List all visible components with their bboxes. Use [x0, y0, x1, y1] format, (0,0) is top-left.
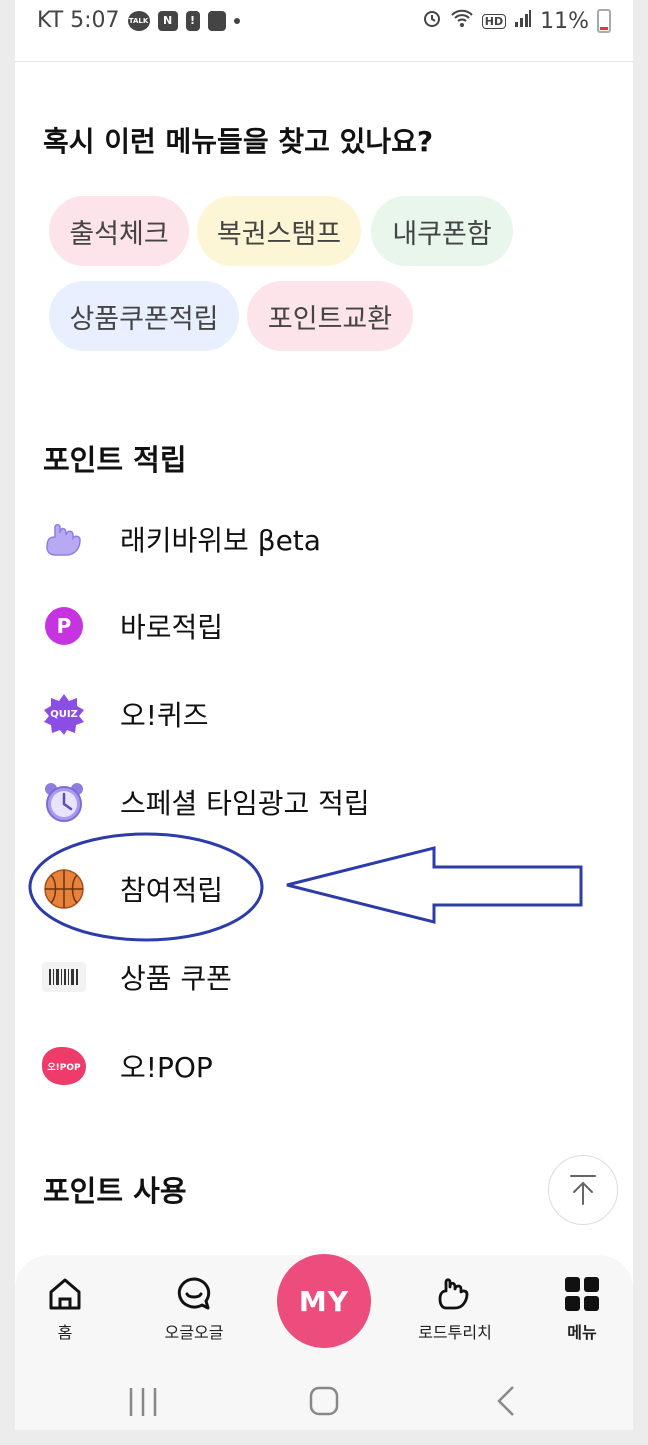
p-coin-icon: P [41, 603, 87, 649]
menu-label: 바로적립 [120, 611, 224, 644]
recent-apps-icon[interactable] [128, 1386, 158, 1418]
chip-product-coupon[interactable]: 상품쿠폰적립 [49, 281, 239, 351]
menu-item-special-time-ad[interactable]: 스페셜 타임광고 적립 [41, 772, 601, 832]
chat-smile-icon [177, 1277, 211, 1310]
menu-label: 오!퀴즈 [120, 699, 209, 732]
tab-ogeul[interactable]: 오글오글 [139, 1275, 249, 1343]
barcode-icon [41, 954, 87, 1000]
menu-label: 상품 쿠폰 [120, 962, 232, 995]
back-nav-icon[interactable] [495, 1384, 517, 1418]
quiz-badge-text: QUIZ [50, 708, 78, 720]
menu-item-instant-earn[interactable]: P 바로적립 [41, 596, 601, 656]
suggest-title: 혹시 이런 메뉴들을 찾고 있나요? [43, 125, 434, 158]
chip-lottery-stamp[interactable]: 복권스탬프 [197, 196, 361, 266]
menu-label: 래키바위보 βeta [120, 524, 321, 557]
status-bar: KT 5:07 TALK N ! HD 11% [15, 0, 633, 44]
hd-icon: HD [481, 13, 507, 29]
alarm-icon [422, 8, 442, 34]
menu-item-opop[interactable]: 오!POP 오!POP [41, 1036, 601, 1096]
menu-label: 오!POP [120, 1051, 213, 1084]
calendar-icon [207, 10, 226, 31]
carrier-time: KT 5:07 [37, 8, 120, 33]
hand-icon [41, 516, 87, 562]
tab-menu[interactable]: 메뉴 [527, 1275, 633, 1343]
quiz-badge-icon: QUIZ [41, 691, 87, 737]
scroll-to-top-button[interactable] [548, 1155, 618, 1225]
app-screen: KT 5:07 TALK N ! HD 11% 혹시 이런 메뉴들을 찾고 있나… [15, 0, 633, 1430]
menu-item-rock-paper-scissors[interactable]: 래키바위보 βeta [41, 509, 601, 569]
home-icon [49, 1278, 81, 1310]
alert-icon: ! [185, 10, 200, 31]
tab-label: 홈 [57, 1323, 73, 1342]
use-section-title: 포인트 사용 [43, 1174, 187, 1208]
menu-item-participation-earn[interactable]: 참여적립 [41, 859, 601, 919]
more-notifications-icon [233, 17, 240, 24]
chip-my-coupons[interactable]: 내쿠폰함 [371, 196, 513, 266]
opop-logo-text: 오!POP [42, 1047, 86, 1085]
battery-icon [597, 9, 611, 33]
menu-item-product-coupon[interactable]: 상품 쿠폰 [41, 947, 601, 1007]
menu-label: 스페셜 타임광고 적립 [120, 787, 370, 820]
tab-label: 메뉴 [567, 1323, 597, 1342]
tab-home[interactable]: 홈 [15, 1275, 120, 1343]
earn-section-title: 포인트 적립 [43, 443, 187, 477]
tab-road-to-rich[interactable]: 로드투리치 [400, 1275, 510, 1343]
naver-icon: N [157, 10, 178, 31]
header-divider [15, 61, 633, 62]
chip-attendance[interactable]: 출석체크 [49, 196, 189, 266]
p-coin-letter: P [45, 607, 83, 645]
my-button[interactable]: MY [277, 1254, 371, 1348]
system-navigation-bar [15, 1380, 633, 1426]
kakaotalk-icon: TALK [127, 10, 150, 31]
menu-label: 참여적립 [120, 874, 224, 907]
home-nav-icon[interactable] [308, 1385, 340, 1417]
menu-item-quiz[interactable]: QUIZ 오!퀴즈 [41, 684, 601, 744]
grid-menu-icon [565, 1277, 599, 1311]
basketball-icon [41, 866, 87, 912]
opop-logo-icon: 오!POP [41, 1043, 87, 1089]
wifi-icon [450, 8, 474, 34]
signal-icon [514, 8, 532, 34]
tab-label: 오글오글 [164, 1323, 224, 1342]
tab-label: 로드투리치 [418, 1323, 492, 1342]
arrow-up-icon [570, 1175, 596, 1205]
chip-point-exchange[interactable]: 포인트교환 [247, 281, 413, 351]
battery-percent: 11% [540, 8, 589, 34]
hand-icon [438, 1278, 469, 1310]
alarm-clock-icon [41, 779, 87, 825]
